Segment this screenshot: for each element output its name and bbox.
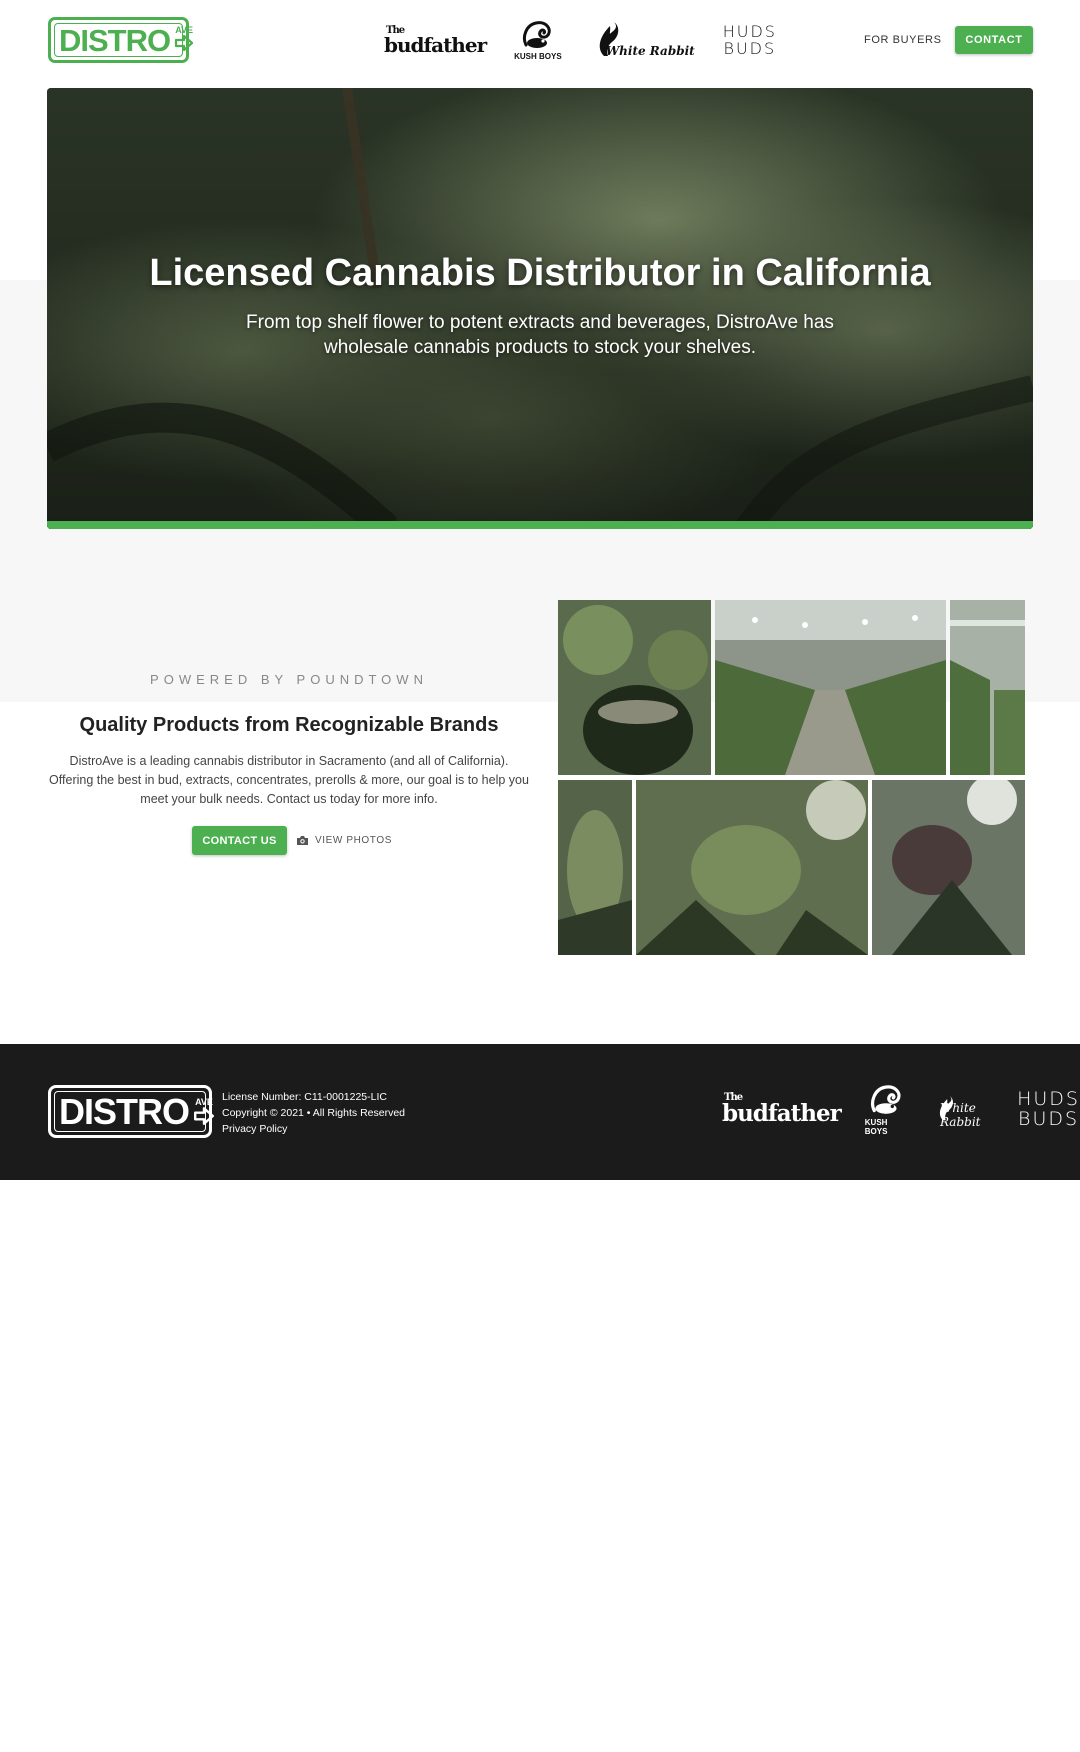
footer-brand-logos: The budfather KUSH BOYS White Rabbit HUDS… [722, 1081, 1080, 1137]
contact-us-button[interactable]: CONTACT US [192, 826, 287, 855]
hero-accent-bar [47, 521, 1033, 529]
hero-banner: Licensed Cannabis Distributor in Califor… [47, 88, 1033, 529]
hero-subtitle: From top shelf flower to potent extracts… [246, 312, 834, 358]
brand-white-rabbit[interactable]: White Rabbit [590, 22, 695, 58]
hero-cannabis-photo [47, 88, 1033, 529]
gallery-photo-4[interactable] [558, 780, 632, 955]
kush-boys-skunk-icon [522, 21, 551, 48]
gallery-photo-1[interactable] [558, 600, 711, 775]
logo-badge: AVE [174, 25, 194, 55]
gallery-photo-6[interactable] [872, 780, 1025, 955]
section-heading: Quality Products from Recognizable Brand… [79, 714, 499, 736]
logo-badge-text: AVE [175, 25, 194, 35]
gallery-photo-3[interactable] [950, 600, 1025, 775]
footer-brand-huds-buds[interactable]: HUDS BUDS [1017, 1089, 1080, 1129]
footer-brand-kush-boys[interactable]: KUSH BOYS [865, 1083, 909, 1136]
footer-brand-white-rabbit[interactable]: White Rabbit [933, 1089, 993, 1129]
brand-kush-boys[interactable]: KUSH BOYS [514, 19, 562, 61]
distroave-logo[interactable]: DISTRO AVE [48, 17, 194, 63]
powered-by-text: POWERED BY POUNDTOWN [150, 672, 428, 687]
kush-boys-skunk-icon [870, 1084, 901, 1114]
gallery-photo-5[interactable] [636, 780, 868, 955]
license-number: License Number: C11-0001225-LIC [222, 1091, 387, 1103]
site-header: DISTRO AVE The budfather KUSH BOYS White… [0, 0, 1080, 80]
hero-title: Licensed Cannabis Distributor in Califor… [149, 252, 931, 294]
camera-icon [297, 835, 308, 845]
huds-buds-line-2: BUDS [723, 39, 777, 58]
page: DISTRO AVE The budfather KUSH BOYS White… [0, 0, 1080, 1752]
footer-distroave-logo[interactable]: DISTRO AVE [48, 1085, 215, 1138]
footer-white-rabbit-wordmark: White Rabbit [939, 1101, 981, 1129]
brand-budfather[interactable]: The budfather [384, 24, 487, 57]
view-photos-label: VIEW PHOTOS [315, 834, 392, 846]
footer-budfather-wordmark: The budfather [722, 1092, 842, 1127]
view-photos-link[interactable]: VIEW PHOTOS [296, 831, 392, 849]
budfather-wordmark: The budfather [384, 24, 487, 57]
site-footer: DISTRO AVE License Number: C11-0001225-L… [0, 1044, 1080, 1180]
kush-boys-label: KUSH BOYS [514, 52, 562, 61]
footer-huds-buds-line-2: BUDS [1018, 1108, 1080, 1130]
arrow-right-icon [194, 1106, 215, 1125]
footer-brand-budfather[interactable]: The budfather [722, 1092, 842, 1127]
gallery-photo-2[interactable] [715, 600, 946, 775]
brand-huds-buds[interactable]: HUDS BUDS [723, 23, 777, 57]
nav-contact-button[interactable]: CONTACT [955, 26, 1033, 54]
white-rabbit-wordmark: White Rabbit [605, 44, 695, 58]
logo-word: DISTRO [59, 22, 171, 58]
footer-logo-word: DISTRO [59, 1090, 190, 1132]
nav-for-buyers-link[interactable]: FOR BUYERS [864, 34, 942, 46]
footer-logo-badge-text: AVE [195, 1096, 213, 1107]
footer-info: License Number: C11-0001225-LIC Copyrigh… [222, 1089, 405, 1137]
huds-buds-line-1: HUDS [722, 22, 777, 41]
footer-kush-boys-label: KUSH BOYS [864, 1117, 888, 1136]
section-description: DistroAve is a leading cannabis distribu… [49, 754, 529, 806]
copyright-text: Copyright © 2021 • All Rights Reserved [222, 1107, 406, 1119]
privacy-policy-link[interactable]: Privacy Policy [222, 1121, 405, 1137]
footer-huds-buds-line-1: HUDS [1017, 1088, 1080, 1110]
brand-logos: The budfather KUSH BOYS White Rabbit HUDS… [384, 14, 777, 66]
footer-logo-badge: AVE [193, 1097, 215, 1127]
arrow-right-icon [175, 35, 194, 51]
